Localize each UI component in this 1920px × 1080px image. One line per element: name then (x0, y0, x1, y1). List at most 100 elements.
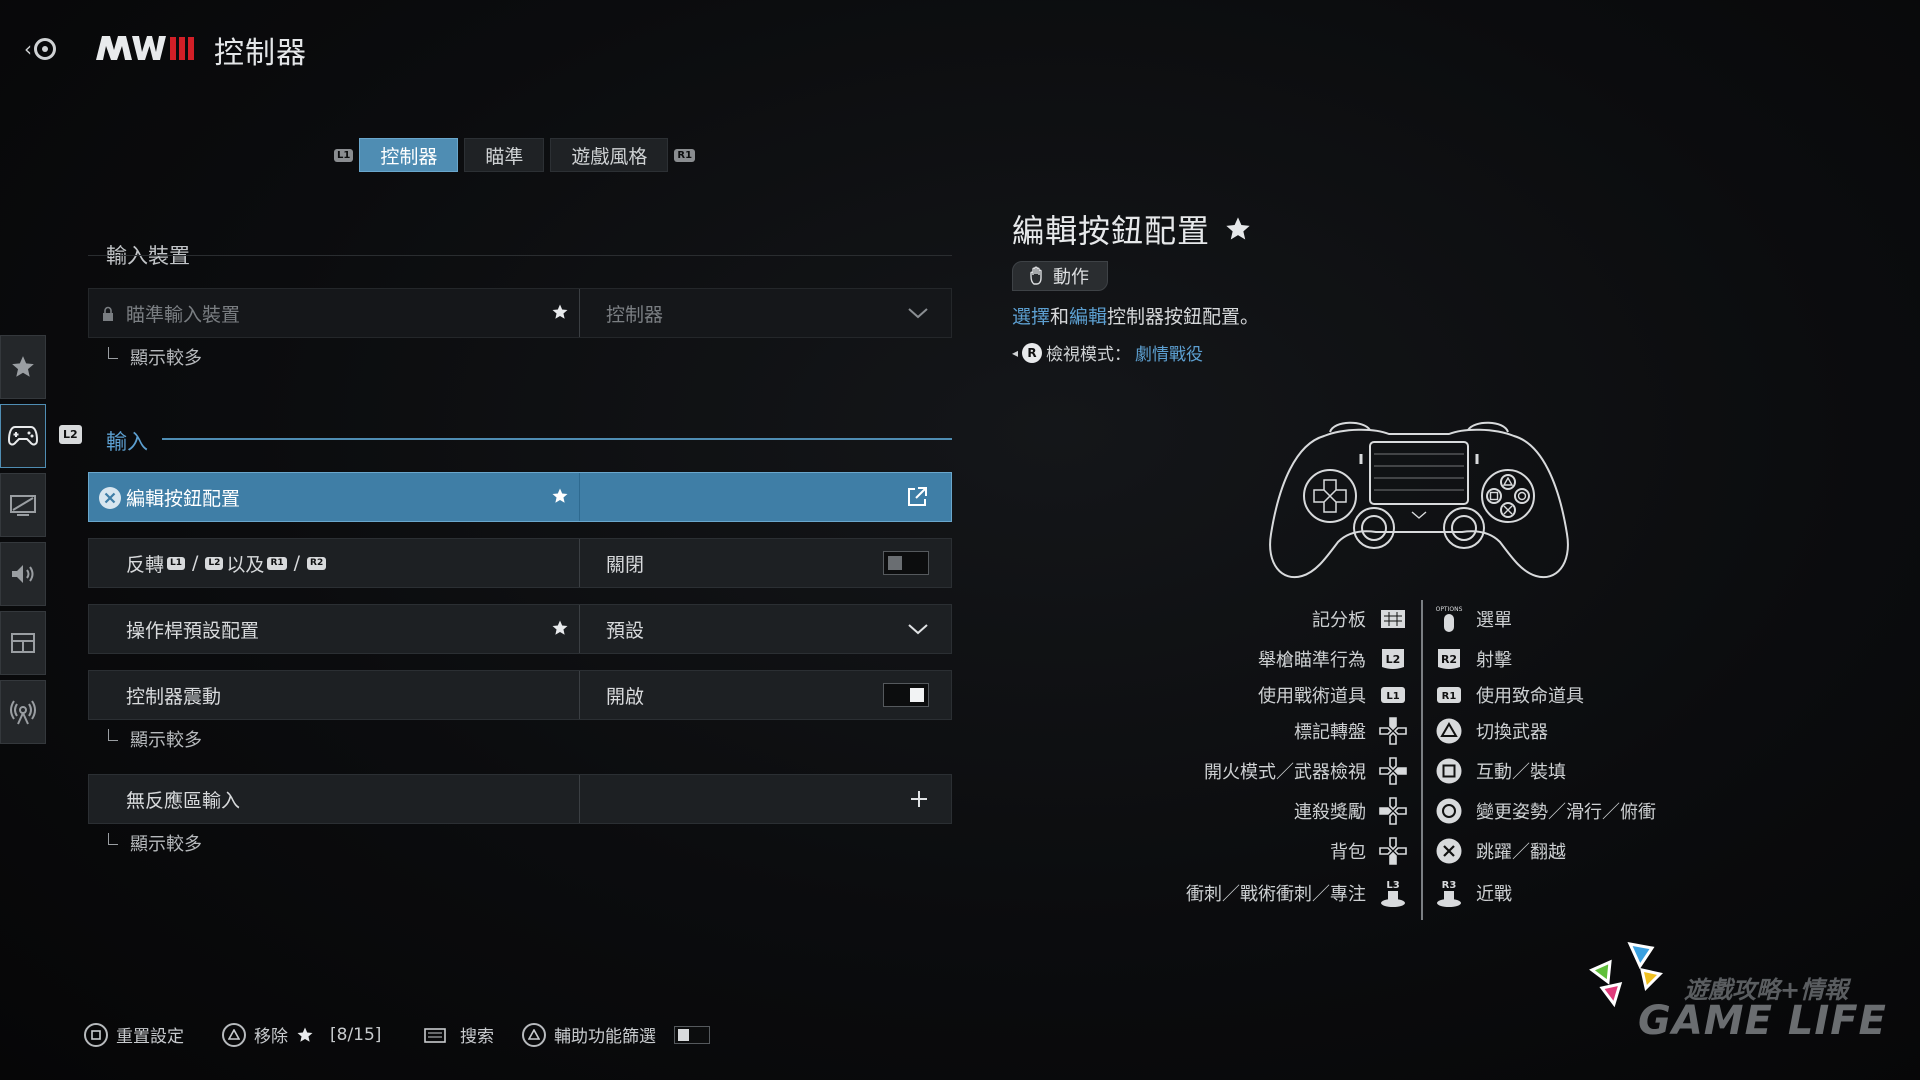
mapping-row-left: 連殺獎勵 (1294, 797, 1408, 825)
mapping-action-label: 選單 (1476, 610, 1512, 631)
section-title-input: 輸入 (106, 430, 148, 454)
row-value: 控制器 (606, 303, 664, 326)
deadzone-inputs-row[interactable]: 無反應區輸入 (88, 774, 952, 824)
desc-text-and: 和 (1050, 306, 1070, 328)
r1-badge: R1 (267, 556, 287, 570)
mapping-row-right: 變更姿勢／滑行／俯衝 (1434, 798, 1656, 824)
reset-label: 重置設定 (116, 1027, 184, 1047)
vibration-toggle[interactable] (883, 683, 929, 707)
mapping-row-left: 衝刺／戰術衝刺／專注 L3 (1186, 880, 1408, 907)
detail-title-text: 編輯按鈕配置 (1012, 212, 1211, 250)
view-mode-value: 劇情戰役 (1135, 345, 1204, 365)
remove-favorite-hint[interactable]: 移除 [8/15] (222, 1022, 381, 1047)
back-button[interactable]: ‹ (24, 34, 68, 64)
mapping-action-label: 射擊 (1476, 650, 1512, 671)
tab-controller[interactable]: 控制器 (359, 138, 459, 172)
chevron-down-icon (908, 308, 928, 319)
l1-bumper-hint[interactable]: L1 (334, 148, 354, 162)
edit-button-layout-row[interactable]: 編輯按鈕配置 (88, 472, 952, 522)
rail-favorites[interactable] (0, 335, 46, 399)
section-divider-active (162, 438, 952, 440)
row-value: 關閉 (606, 553, 645, 576)
mapping-divider (1421, 600, 1423, 920)
show-more-label: 顯示較多 (130, 834, 202, 855)
invert-toggle[interactable] (883, 551, 929, 575)
favorite-star-icon[interactable] (551, 619, 569, 642)
rail-controller[interactable] (0, 404, 46, 468)
accessibility-filter-hint[interactable]: 輔助功能篩選 (522, 1022, 710, 1047)
mapping-row-right: OPTIONS 選單 (1434, 606, 1512, 632)
mapping-row-left: 背包 (1330, 837, 1408, 865)
tab-gameplay[interactable]: 遊戲風格 (550, 138, 669, 172)
detail-title: 編輯按鈕配置 (1012, 206, 1252, 252)
rail-audio[interactable] (0, 542, 46, 606)
reset-settings-hint[interactable]: 重置設定 (84, 1022, 184, 1047)
mapping-action-label: 開火模式／武器檢視 (1204, 762, 1366, 783)
mapping-row-right: R2 射擊 (1434, 646, 1512, 672)
external-open-icon[interactable] (905, 485, 929, 509)
l2-button-icon: L2 (1378, 646, 1408, 672)
star-icon (1226, 217, 1250, 240)
touchpad-icon (424, 1027, 446, 1043)
mapping-action-label: 使用致命道具 (1476, 686, 1584, 707)
svg-text:L1: L1 (1386, 691, 1399, 702)
mapping-row-right: 跳躍／翻越 (1434, 838, 1566, 864)
mapping-row-left: 使用戰術道具 L1 (1258, 682, 1408, 708)
mapping-action-label: 連殺獎勵 (1294, 802, 1366, 823)
rail-network[interactable] (0, 680, 46, 744)
plus-icon[interactable] (909, 789, 929, 809)
rail-graphics[interactable] (0, 473, 46, 537)
l2-badge: L2 (205, 556, 224, 570)
row-label: 瞄準輸入裝置 (126, 303, 241, 326)
tree-branch-icon (108, 729, 118, 741)
row-label: 控制器震動 (126, 685, 222, 708)
stick-layout-preset-row[interactable]: 操作桿預設配置 預設 (88, 604, 952, 654)
favorite-star-icon[interactable] (551, 487, 569, 510)
r1-bumper-hint[interactable]: R1 (674, 148, 696, 162)
dpad-down-button-icon (1378, 837, 1408, 865)
toggle-knob (888, 556, 902, 570)
gamepad-icon (8, 426, 38, 446)
favorite-star-icon[interactable] (551, 303, 569, 326)
square-button-icon (84, 1022, 108, 1047)
show-more-label: 顯示較多 (130, 730, 202, 751)
aim-input-device-row[interactable]: 瞄準輸入裝置 控制器 (88, 288, 952, 338)
toggle-knob (678, 1028, 689, 1041)
search-hint[interactable]: 搜索 (424, 1022, 494, 1047)
r3-button-icon: R3 (1434, 880, 1464, 907)
r2-button-icon: R2 (1434, 646, 1464, 672)
view-mode-hint[interactable]: ◂ R 檢視模式： 劇情戰役 (1012, 340, 1203, 365)
touchpad-button-icon (1378, 606, 1408, 632)
show-more-link[interactable]: 顯示較多 (108, 344, 202, 370)
desc-highlight-select: 選擇 (1012, 306, 1051, 328)
mapping-action-label: 背包 (1330, 842, 1366, 863)
mapping-action-label: 變更姿勢／滑行／俯衝 (1476, 802, 1656, 823)
show-more-link[interactable]: 顯示較多 (108, 830, 202, 856)
l1-badge: L1 (167, 556, 186, 570)
action-category-chip: 動作 (1012, 261, 1108, 291)
tab-bar: L1 控制器 瞄準 遊戲風格 R1 (334, 138, 696, 172)
desc-highlight-edit: 編輯 (1069, 306, 1108, 328)
desc-text-rest: 控制器按鈕配置。 (1107, 306, 1260, 328)
svg-text:L2: L2 (1386, 653, 1401, 666)
square-button-icon (1434, 758, 1464, 784)
mapping-action-label: 近戰 (1476, 884, 1512, 905)
row-label: 編輯按鈕配置 (126, 487, 241, 510)
l1-button-icon: L1 (1378, 682, 1408, 708)
accessibility-filter-toggle[interactable] (674, 1025, 710, 1044)
chip-label: 動作 (1053, 267, 1089, 288)
tab-aiming[interactable]: 瞄準 (464, 138, 545, 172)
section-divider (88, 255, 952, 256)
triangle-button-icon (222, 1022, 246, 1047)
mapping-row-right: R3 近戰 (1434, 880, 1512, 907)
display-icon (10, 495, 36, 516)
controller-vibration-row[interactable]: 控制器震動 開啟 (88, 670, 952, 720)
mapping-row-right: 切換武器 (1434, 718, 1548, 744)
watermark-line2: GAME LIFE (1638, 998, 1887, 1044)
view-mode-label: 檢視模式： (1046, 345, 1132, 365)
invert-triggers-row[interactable]: 反轉 L1 / L2 以及 R1 / R2 關閉 (88, 538, 952, 588)
triangle-button-icon (522, 1022, 546, 1047)
rail-interface[interactable] (0, 611, 46, 675)
show-more-link[interactable]: 顯示較多 (108, 726, 202, 752)
row-label: 無反應區輸入 (126, 789, 241, 812)
